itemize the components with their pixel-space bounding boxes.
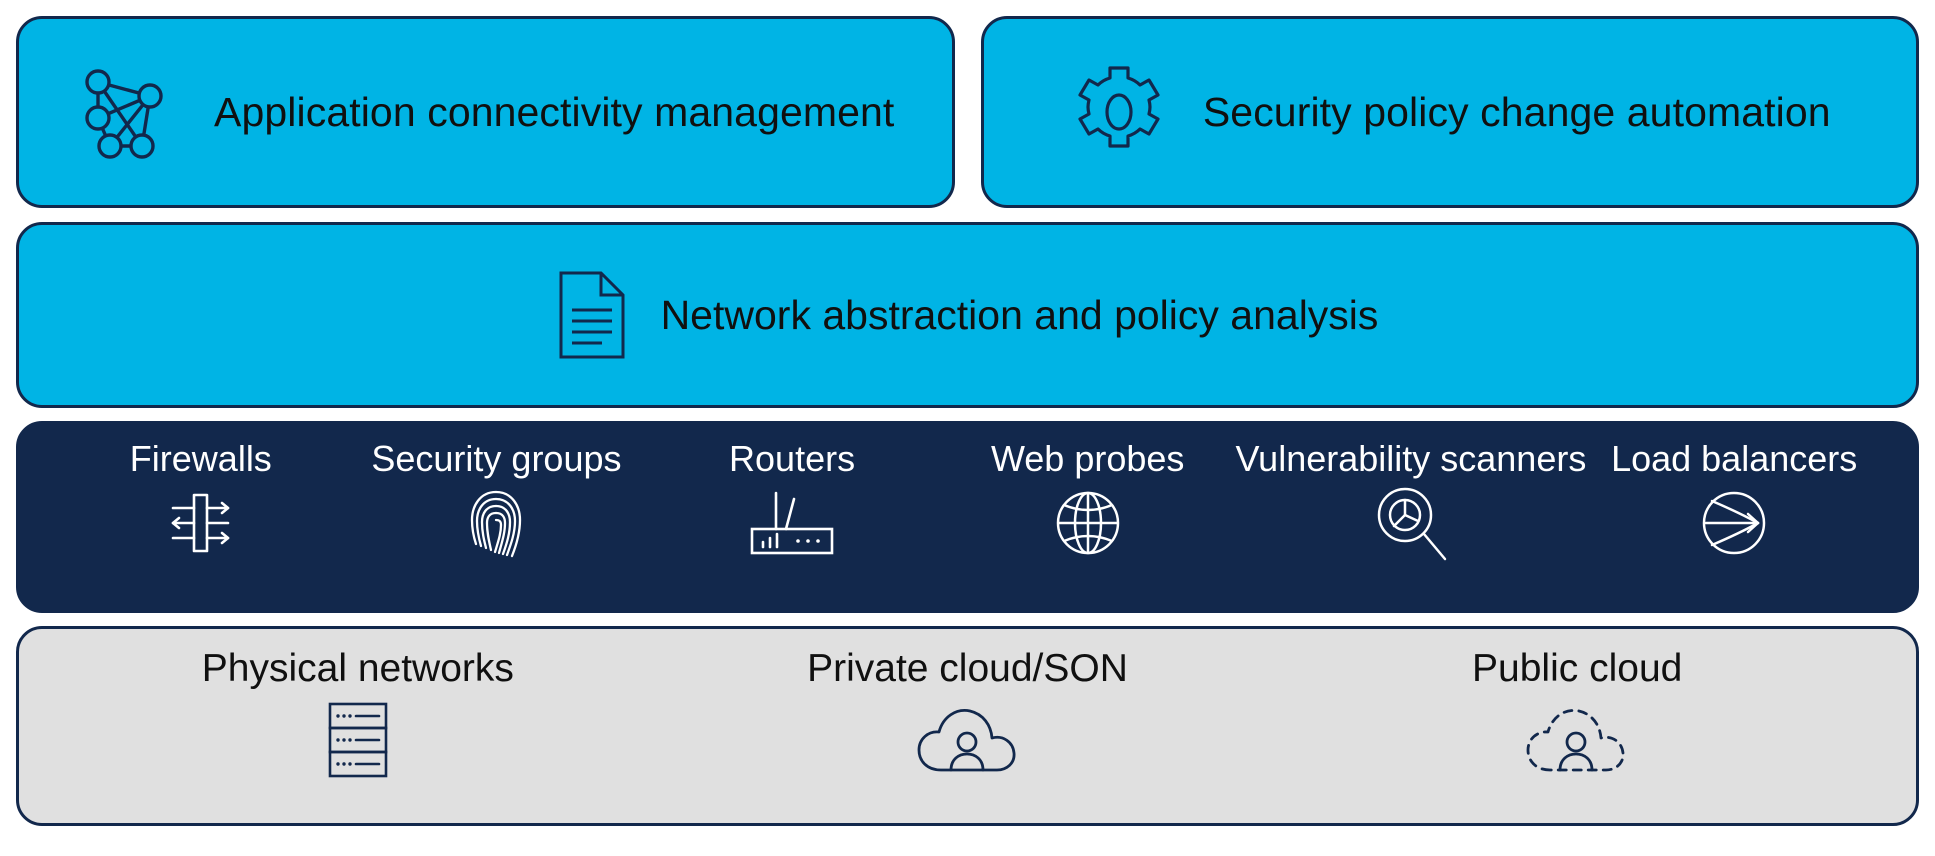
band-infrastructure: Physical networks Private cloud/SON Publ… bbox=[16, 626, 1919, 826]
service-web-probes[interactable]: Web probes bbox=[940, 438, 1236, 560]
infrastructure-public-cloud[interactable]: Public cloud bbox=[1272, 647, 1882, 781]
gear-icon bbox=[1069, 60, 1169, 164]
service-label: Web probes bbox=[990, 438, 1185, 479]
service-load-balancers[interactable]: Load balancers bbox=[1586, 438, 1882, 560]
service-label: Routers bbox=[729, 438, 856, 479]
router-icon bbox=[746, 486, 838, 560]
capability-row: Application connectivity management Secu… bbox=[16, 16, 1919, 208]
load-balancer-arrow-icon bbox=[1696, 486, 1772, 560]
cloud-user-solid-icon bbox=[913, 701, 1023, 781]
band-label: Network abstraction and policy analysis bbox=[660, 291, 1379, 338]
card-application-connectivity-management[interactable]: Application connectivity management bbox=[16, 16, 955, 208]
infrastructure-label: Private cloud/SON bbox=[807, 647, 1128, 690]
firewall-icon bbox=[165, 486, 237, 560]
network-graph-icon bbox=[76, 60, 180, 164]
infrastructure-label: Public cloud bbox=[1472, 647, 1683, 690]
card-security-policy-change-automation[interactable]: Security policy change automation bbox=[980, 16, 1919, 208]
server-rack-icon bbox=[318, 701, 398, 781]
service-routers[interactable]: Routers bbox=[644, 438, 940, 560]
cloud-user-dashed-icon bbox=[1522, 701, 1632, 781]
infrastructure-label: Physical networks bbox=[201, 647, 514, 690]
infrastructure-private-cloud-son[interactable]: Private cloud/SON bbox=[663, 647, 1273, 781]
service-label: Security groups bbox=[371, 438, 622, 479]
architecture-diagram: Application connectivity management Secu… bbox=[16, 16, 1919, 840]
service-label: Load balancers bbox=[1611, 438, 1858, 479]
band-network-abstraction-and-policy-analysis[interactable]: Network abstraction and policy analysis bbox=[16, 222, 1919, 408]
service-label: Vulnerability scanners bbox=[1235, 438, 1587, 479]
fingerprint-icon bbox=[460, 486, 532, 560]
infrastructure-physical-networks[interactable]: Physical networks bbox=[53, 647, 663, 781]
service-vulnerability-scanners[interactable]: Vulnerability scanners bbox=[1235, 438, 1587, 561]
card-label: Security policy change automation bbox=[1202, 88, 1831, 135]
card-label: Application connectivity management bbox=[214, 88, 895, 135]
globe-icon bbox=[1052, 486, 1124, 560]
service-label: Firewalls bbox=[129, 438, 272, 479]
band-security-services: Firewalls Security groups Routers Web pr… bbox=[16, 421, 1919, 613]
service-security-groups[interactable]: Security groups bbox=[349, 438, 645, 560]
magnifier-pie-chart-icon bbox=[1371, 486, 1451, 561]
document-icon bbox=[557, 270, 627, 360]
service-firewalls[interactable]: Firewalls bbox=[53, 438, 349, 560]
